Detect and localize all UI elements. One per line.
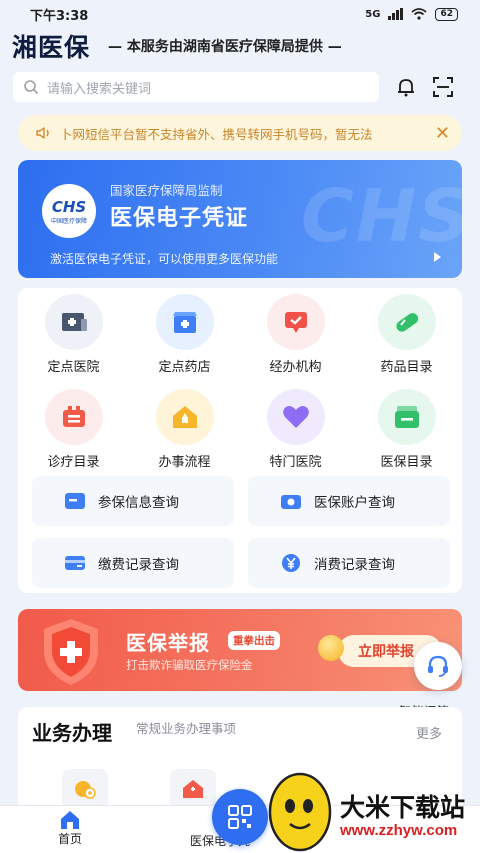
service-drug-catalog[interactable]: 药品目录 bbox=[351, 294, 462, 375]
smart-qa-button[interactable] bbox=[414, 642, 462, 690]
house-icon bbox=[155, 389, 214, 445]
report-subtitle: 打击欺诈骗取医疗保险金 bbox=[126, 658, 253, 672]
business-item-icon[interactable] bbox=[62, 769, 108, 809]
insurance-info-query-button[interactable]: 参保信息查询 bbox=[32, 476, 234, 526]
service-pharmacy[interactable]: 定点药店 bbox=[129, 294, 240, 375]
app-title: 湘医保 bbox=[12, 33, 91, 62]
status-time: 下午3:38 bbox=[30, 8, 89, 24]
service-hospital[interactable]: 定点医院 bbox=[18, 294, 129, 375]
quick-label: 医保账户查询 bbox=[314, 495, 395, 511]
service-label: 药品目录 bbox=[380, 360, 433, 375]
business-more-link[interactable]: 更多 bbox=[416, 723, 442, 742]
notice-bar[interactable]: 卜网短信平台暂不支持省外、携号转网手机号码，暂无法 ✕ bbox=[18, 115, 462, 151]
wallet-icon bbox=[377, 389, 436, 445]
site-watermark: 大米下载站 www.zzhyw.com bbox=[262, 760, 480, 853]
app-header: 湘医保 — 本服务由湖南省医疗保障局提供 — bbox=[0, 26, 480, 66]
scan-icon[interactable] bbox=[432, 76, 454, 98]
egg-mascot-icon bbox=[268, 772, 332, 852]
search-bar[interactable]: 请输入搜索关键词 bbox=[13, 72, 379, 102]
bell-icon[interactable] bbox=[395, 76, 417, 98]
signal-icon bbox=[388, 8, 404, 20]
business-item-icon[interactable] bbox=[170, 769, 216, 809]
chs-logo-text: CHS bbox=[51, 197, 87, 216]
service-label: 特门医院 bbox=[269, 455, 322, 470]
service-label: 定点医院 bbox=[47, 360, 100, 375]
watermark-url: www.zzhyw.com bbox=[340, 822, 458, 839]
battery-level: 62 bbox=[435, 7, 458, 21]
tab-home[interactable]: 首页 bbox=[58, 810, 82, 847]
payment-record-query-button[interactable]: 缴费记录查询 bbox=[32, 538, 234, 588]
service-treatment-catalog[interactable]: 诊疗目录 bbox=[18, 389, 129, 470]
network-label: 5G bbox=[365, 8, 381, 20]
e-card-watermark: CHS bbox=[301, 174, 462, 258]
pill-icon bbox=[377, 294, 436, 350]
notice-text: 卜网短信平台暂不支持省外、携号转网手机号码，暂无法 bbox=[60, 126, 373, 142]
quick-label: 消费记录查询 bbox=[314, 557, 395, 573]
chs-logo-caption: 中国医疗保障 bbox=[50, 217, 87, 225]
report-tag: 重拳出击 bbox=[228, 631, 280, 650]
search-input[interactable]: 请输入搜索关键词 bbox=[47, 78, 151, 97]
speaker-icon bbox=[36, 127, 49, 139]
home-icon bbox=[61, 811, 79, 829]
e-card-description: 激活医保电子凭证，可以使用更多医保功能 bbox=[50, 252, 279, 266]
service-label: 诊疗目录 bbox=[47, 455, 100, 470]
agency-icon bbox=[266, 294, 325, 350]
close-icon[interactable]: ✕ bbox=[435, 123, 450, 144]
service-special-hospital[interactable]: 特门医院 bbox=[240, 389, 351, 470]
headset-icon bbox=[428, 655, 448, 677]
wifi-icon bbox=[411, 8, 428, 20]
qr-code-icon bbox=[228, 805, 252, 829]
quick-label: 参保信息查询 bbox=[98, 495, 179, 511]
tab-home-label: 首页 bbox=[58, 832, 83, 846]
heart-icon bbox=[266, 389, 325, 445]
payment-icon bbox=[65, 556, 85, 570]
service-insurance-catalog[interactable]: 医保目录 bbox=[351, 389, 462, 470]
e-card-supervision: 国家医疗保障局监制 bbox=[110, 183, 223, 198]
id-card-icon bbox=[65, 493, 85, 509]
report-title: 医保举报 bbox=[126, 631, 210, 655]
service-label: 医保目录 bbox=[380, 455, 433, 470]
e-card-title: 医保电子凭证 bbox=[110, 206, 249, 231]
service-label: 经办机构 bbox=[269, 360, 322, 375]
pharmacy-icon bbox=[155, 294, 214, 350]
hospital-icon bbox=[44, 294, 103, 350]
account-query-button[interactable]: 医保账户查询 bbox=[248, 476, 450, 526]
service-agency[interactable]: 经办机构 bbox=[240, 294, 351, 375]
shield-cross-icon bbox=[44, 619, 98, 685]
search-icon bbox=[24, 80, 39, 95]
service-label: 定点药店 bbox=[158, 360, 211, 375]
report-banner[interactable]: 医保举报 重拳出击 打击欺诈骗取医疗保险金 立即举报 bbox=[18, 609, 462, 691]
quick-label: 缴费记录查询 bbox=[98, 557, 179, 573]
service-label: 办事流程 bbox=[158, 455, 211, 470]
business-subtitle: 常规业务办理事项 bbox=[136, 721, 237, 736]
kit-icon bbox=[44, 389, 103, 445]
triangle-right-icon bbox=[434, 252, 441, 262]
account-icon bbox=[281, 495, 301, 509]
coin-icon bbox=[318, 635, 344, 661]
app-subtitle: — 本服务由湖南省医疗保障局提供 — bbox=[108, 39, 342, 55]
watermark-title: 大米下载站 bbox=[340, 793, 466, 822]
status-icons: 5G 62 bbox=[365, 7, 458, 21]
e-card-banner[interactable]: CHS CHS 中国医疗保障 国家医疗保障局监制 医保电子凭证 激活医保电子凭证… bbox=[18, 160, 462, 278]
consumption-record-query-button[interactable]: 消费记录查询 bbox=[248, 538, 450, 588]
service-process[interactable]: 办事流程 bbox=[129, 389, 240, 470]
chs-logo: CHS 中国医疗保障 bbox=[42, 184, 96, 238]
e-card-qr-button[interactable] bbox=[212, 789, 268, 845]
yuan-icon bbox=[282, 554, 300, 572]
services-panel: 定点医院 定点药店 经办机构 药品目录 诊疗目录 办事流程 特门医院 医保目录 … bbox=[18, 288, 462, 593]
status-bar: 下午3:38 5G 62 bbox=[0, 0, 480, 28]
service-grid: 定点医院 定点药店 经办机构 药品目录 诊疗目录 办事流程 特门医院 医保目录 bbox=[18, 294, 462, 470]
business-title: 业务办理 bbox=[32, 721, 112, 745]
